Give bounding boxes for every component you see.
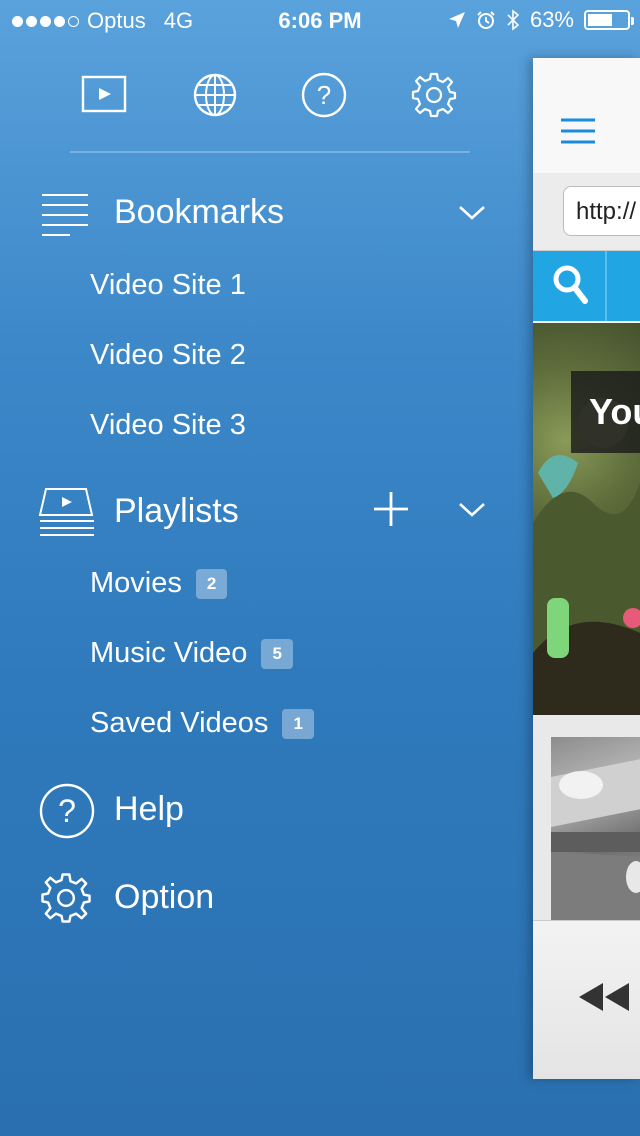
add-playlist-icon[interactable] bbox=[373, 491, 409, 527]
playlist-label: Music Video bbox=[90, 637, 248, 669]
status-bar: Optus 4G 6:06 PM 63% bbox=[0, 0, 640, 40]
playlist-item[interactable]: Music Video 5 bbox=[90, 637, 293, 670]
bookmark-label: Video Site 2 bbox=[90, 339, 246, 371]
chevron-down-icon[interactable] bbox=[457, 500, 487, 520]
alarm-icon bbox=[477, 11, 495, 29]
count-badge: 5 bbox=[261, 638, 293, 669]
highway-photo bbox=[551, 759, 640, 920]
svg-text:?: ? bbox=[58, 793, 76, 829]
bookmarks-label: Bookmarks bbox=[114, 193, 285, 231]
battery-icon bbox=[584, 10, 634, 30]
count-badge: 1 bbox=[282, 708, 314, 739]
bookmark-item[interactable]: Video Site 3 bbox=[90, 409, 246, 442]
video-thumbnail[interactable]: You bbox=[533, 323, 640, 715]
divider bbox=[70, 151, 470, 153]
url-input[interactable]: http:// bbox=[563, 186, 640, 236]
browser-nav-bar bbox=[533, 58, 640, 174]
count-badge: 2 bbox=[195, 568, 228, 599]
video-thumbnail bbox=[551, 737, 640, 920]
chevron-down-icon[interactable] bbox=[457, 203, 487, 223]
bookmark-label: Video Site 1 bbox=[90, 269, 246, 301]
video-title-overlay: You bbox=[571, 371, 640, 453]
playlist-icon bbox=[38, 488, 94, 536]
playlists-label: Playlists bbox=[114, 492, 239, 530]
search-icon[interactable] bbox=[553, 265, 589, 305]
help-icon: ? bbox=[39, 783, 95, 839]
settings-icon bbox=[41, 873, 91, 923]
hamburger-menu-icon[interactable] bbox=[561, 118, 595, 144]
location-arrow-icon bbox=[448, 12, 465, 28]
bookmark-item[interactable]: Video Site 2 bbox=[90, 339, 246, 372]
bookmarks-list-icon bbox=[42, 194, 88, 236]
bluetooth-icon bbox=[507, 9, 520, 31]
video-list-item[interactable] bbox=[533, 715, 640, 920]
battery-percent: 63% bbox=[529, 7, 574, 32]
help-icon[interactable]: ? bbox=[299, 70, 349, 120]
menu-toolbar: ? bbox=[0, 70, 520, 122]
site-search-bar bbox=[533, 251, 640, 321]
playlist-label: Saved Videos bbox=[90, 707, 269, 739]
bookmarks-header[interactable]: Bookmarks bbox=[0, 183, 520, 243]
browser-panel[interactable]: http:// You bbox=[533, 58, 640, 1079]
player-controls bbox=[533, 920, 640, 1079]
svg-text:?: ? bbox=[317, 80, 331, 110]
bookmark-item[interactable]: Video Site 1 bbox=[90, 269, 246, 302]
help-label: Help bbox=[114, 790, 184, 828]
settings-icon[interactable] bbox=[409, 70, 459, 120]
option-menu-item[interactable]: Option bbox=[0, 870, 300, 930]
help-menu-item[interactable]: ? Help bbox=[0, 782, 300, 842]
playlist-item[interactable]: Movies 2 bbox=[90, 567, 228, 600]
url-bar: http:// bbox=[533, 173, 640, 251]
playlist-item[interactable]: Saved Videos 1 bbox=[90, 707, 314, 740]
video-player-icon[interactable] bbox=[80, 70, 130, 120]
playlists-header[interactable]: Playlists bbox=[0, 481, 520, 541]
rewind-icon[interactable] bbox=[577, 981, 631, 1013]
option-label: Option bbox=[114, 878, 215, 916]
globe-icon[interactable] bbox=[190, 70, 240, 120]
playlist-label: Movies bbox=[90, 567, 182, 599]
bookmark-label: Video Site 3 bbox=[90, 409, 246, 441]
